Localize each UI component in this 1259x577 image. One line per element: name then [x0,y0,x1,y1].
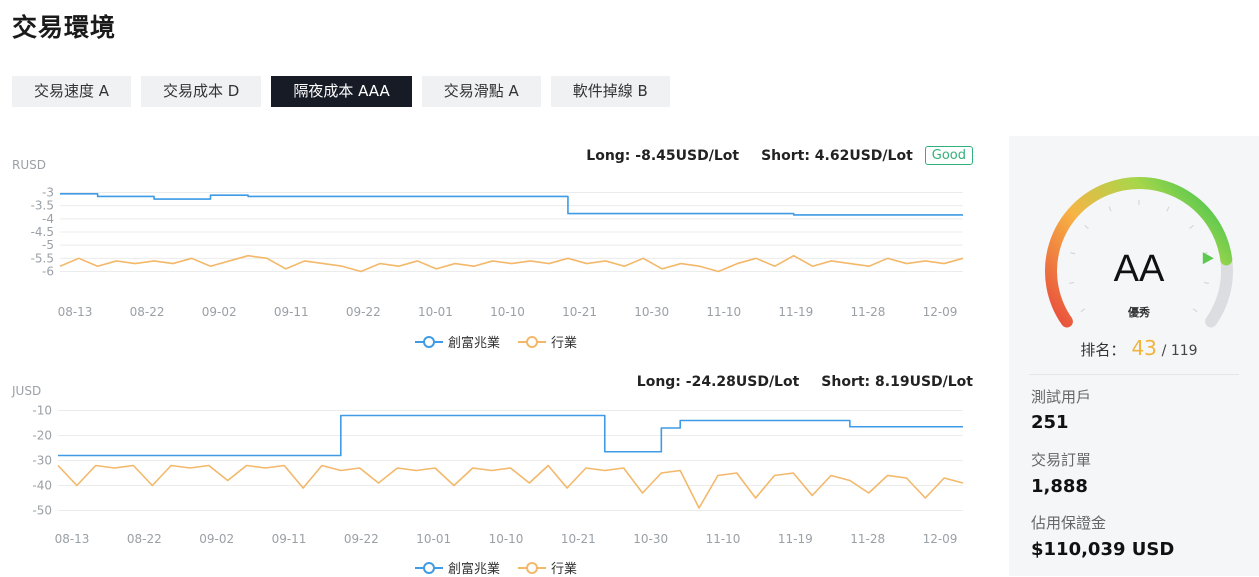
y-tick-label: -3.5 [31,199,54,213]
short-rate: Short: 8.19USD/Lot [821,374,973,390]
x-tick-label: 10-21 [562,305,597,319]
x-tick-label: 09-11 [272,532,307,546]
x-tick-label: 10-10 [489,532,524,546]
chart-jusd: Long: -24.28USD/Lot Short: 8.19USD/Lot J… [8,372,993,577]
stat-test-users-value: 251 [1031,412,1069,433]
x-tick-label: 08-22 [127,532,162,546]
tab-trade-cost[interactable]: 交易成本 D [141,76,262,107]
series-line-industry [57,464,964,509]
long-rate: Long: -24.28USD/Lot [636,374,800,390]
y-tick-label: -20 [32,429,52,443]
x-tick-label: 11-28 [850,532,885,546]
series-line-primary [60,193,963,216]
y-tick-label: -50 [32,504,52,518]
x-tick-label: 10-21 [561,532,596,546]
legend-label: 行業 [551,562,578,577]
legend-marker-blue [415,561,443,574]
rating-panel: AA 優秀 排名： 43 / 119 測試用戶 251 交易訂單 1,888 佔用… [1009,136,1259,576]
page-title: 交易環境 [12,13,117,42]
y-tick-label: -3 [42,186,54,200]
legend-marker-blue [415,335,443,348]
gauge-tick [1084,224,1089,229]
x-tick-label: 11-19 [778,305,813,319]
x-tick-label: 12-09 [923,532,958,546]
stat-margin-label: 佔用保證金 [1031,514,1107,532]
divider [1029,374,1239,375]
gauge-tick [1108,206,1112,212]
chart-legend: 創富兆業 行業 [415,558,577,577]
long-rate: Long: -8.45USD/Lot [586,147,740,164]
x-tick-label: 10-01 [416,532,451,546]
y-tick-label: -5.5 [31,251,54,265]
y-tick-label: -4 [42,212,54,226]
chart-header: Long: -8.45USD/Lot Short: 4.62USD/Lot Go… [586,146,973,165]
legend-label: 創富兆業 [448,562,501,577]
y-tick-label: -30 [32,454,52,468]
y-tick-label: -10 [32,404,52,418]
x-tick-label: 11-19 [778,532,813,546]
y-unit-label: JUSD [12,384,42,398]
legend-item-industry[interactable]: 行業 [518,558,577,577]
rank-total: / 119 [1161,343,1198,359]
x-tick-label: 10-30 [633,532,668,546]
chart-legend: 創富兆業 行業 [415,332,577,351]
rank-label: 排名： [1080,341,1126,359]
legend-marker-orange [518,335,547,348]
stat-test-users-label: 測試用戶 [1031,388,1092,406]
x-tick-label: 10-10 [490,305,525,319]
legend-item-primary[interactable]: 創富兆業 [415,558,500,577]
stat-orders-value: 1,888 [1031,476,1088,497]
tab-disconnect[interactable]: 軟件掉線 B [550,76,670,107]
gauge-tick [1189,224,1194,229]
x-tick-label: 11-10 [706,305,741,319]
y-tick-label: -5 [42,238,54,252]
rank-value: 43 [1131,336,1157,360]
x-tick-label: 08-13 [58,305,93,319]
rating-grade: AA [1113,248,1165,290]
x-tick-label: 09-02 [202,305,237,319]
ranking: 排名： 43 / 119 [1009,336,1259,360]
line-chart-rusd: -3-3.5-4-4.5-5-5.5-6 08-13 08-22 09-02 09-11… [31,186,964,319]
stat-orders-label: 交易訂單 [1031,451,1092,469]
legend-item-industry[interactable]: 行業 [518,332,577,351]
x-tick-label: 09-22 [346,305,381,319]
y-unit-label: RUSD [12,158,46,172]
legend-item-primary[interactable]: 創富兆業 [415,332,500,351]
x-tick-label: 11-28 [850,305,885,319]
line-chart-jusd: -10 -20 -30 -40 -5008-13 08-22 09-02 09-11 09-22… [32,404,964,546]
x-tick-label: 12-09 [923,305,958,319]
legend-label: 行業 [551,336,578,351]
y-tick-label: -4.5 [31,225,54,239]
gauge-tick [1166,206,1170,212]
y-tick-label: -40 [32,479,52,493]
stat-margin-value: $110,039 USD [1031,539,1175,560]
y-tick-label: -6 [42,264,54,278]
tab-bar: 交易速度 A 交易成本 D 隔夜成本 AAA 交易滑點 A 軟件掉線 B [12,76,670,107]
x-tick-label: 09-22 [344,532,379,546]
x-tick-label: 11-10 [706,532,741,546]
chart-header: Long: -24.28USD/Lot Short: 8.19USD/Lot [637,374,973,390]
short-rate: Short: 4.62USD/Lot [761,147,913,164]
x-tick-label: 09-02 [199,532,234,546]
x-tick-label: 10-30 [634,305,669,319]
x-tick-label: 08-22 [130,305,165,319]
tab-trade-speed[interactable]: 交易速度 A [12,76,132,107]
x-tick-label: 08-13 [55,532,90,546]
tab-slippage[interactable]: 交易滑點 A [421,76,541,107]
chart-rusd: Long: -8.45USD/Lot Short: 4.62USD/Lot Go… [8,142,993,357]
rating-label: 優秀 [1128,306,1150,319]
legend-marker-orange [518,561,547,574]
legend-label: 創富兆業 [448,336,501,351]
tab-overnight-cost[interactable]: 隔夜成本 AAA [271,76,412,107]
x-tick-label: 09-11 [274,305,309,319]
status-badge: Good [924,146,973,165]
x-tick-label: 10-01 [418,305,453,319]
